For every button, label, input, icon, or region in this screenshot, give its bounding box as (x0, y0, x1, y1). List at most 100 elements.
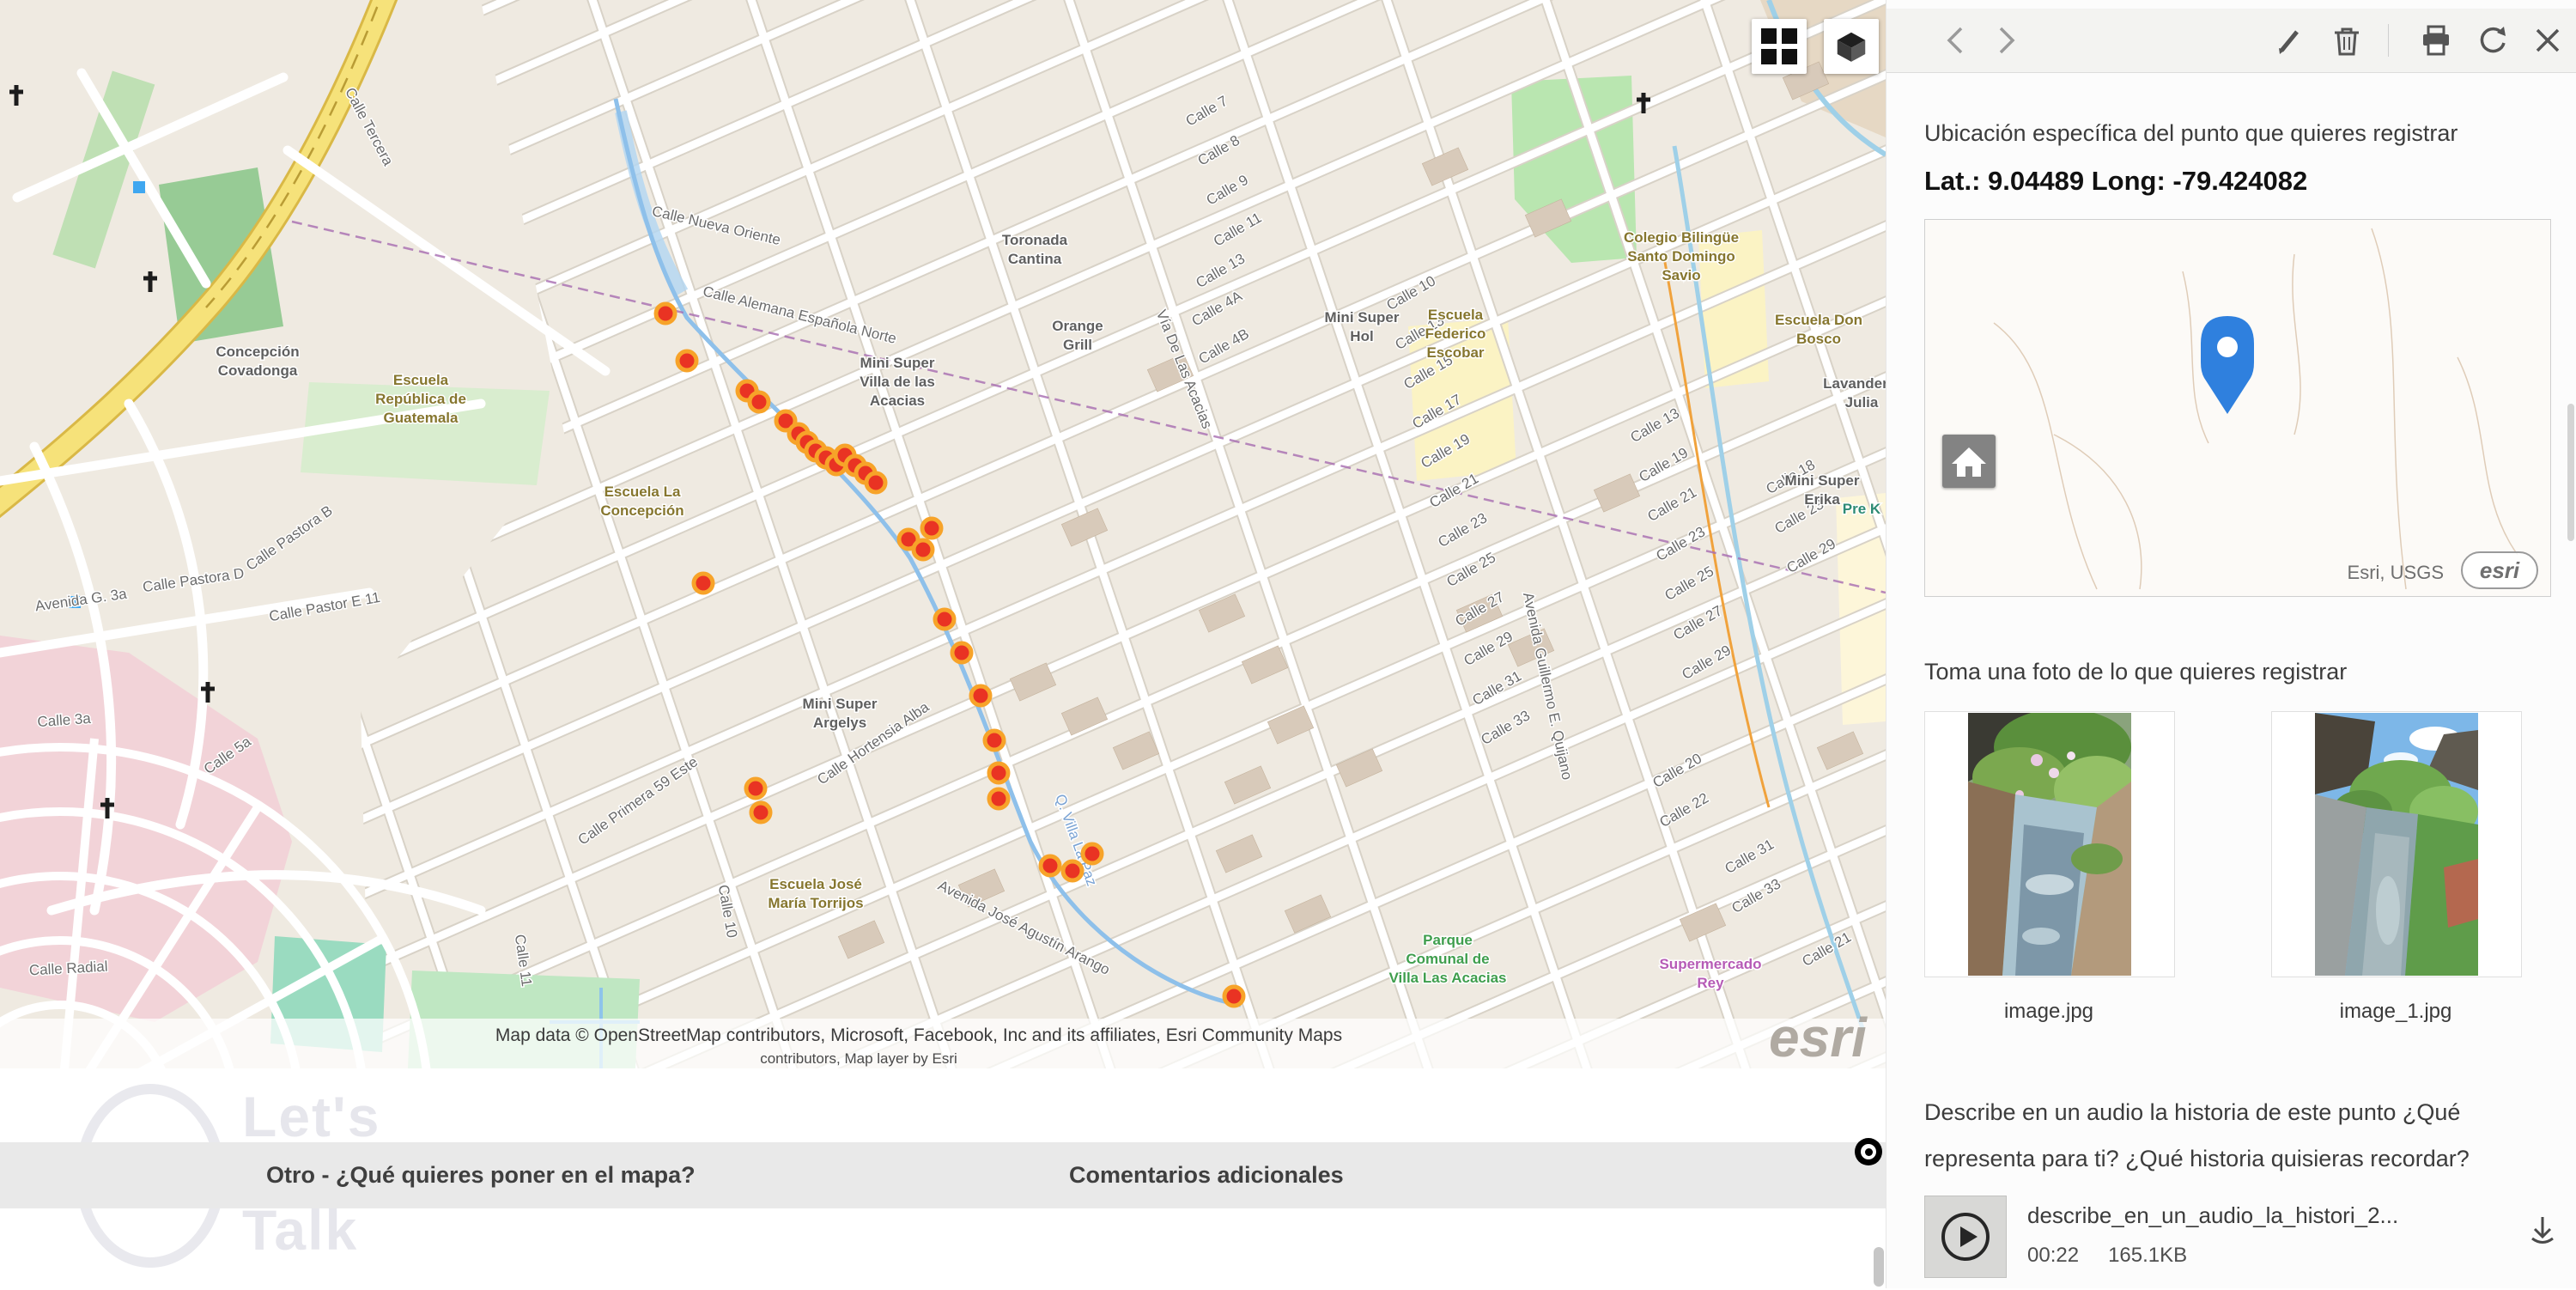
map-attribution: Map data © OpenStreetMap contributors, M… (0, 1019, 1886, 1068)
attribution-line1: Map data © OpenStreetMap contributors, M… (495, 1025, 1342, 1045)
svg-text:Mini Super: Mini Super (1785, 472, 1860, 489)
print-button[interactable] (2417, 21, 2455, 59)
svg-text:Pre K: Pre K (1843, 501, 1881, 517)
coordinates-value: Lat.: 9.04489 Long: -79.424082 (1924, 166, 2308, 196)
minimap[interactable]: Esri, USGS esri (1924, 219, 2551, 597)
prev-record-button[interactable] (1936, 21, 1974, 59)
audio-section-title: Describe en un audio la historia de este… (1924, 1099, 2470, 1171)
svg-text:Argelys: Argelys (813, 715, 866, 731)
trash-icon (2335, 27, 2359, 56)
audio-play-button[interactable] (1924, 1196, 2007, 1278)
svg-text:Orange: Orange (1052, 318, 1103, 334)
minimap-attribution: Esri, USGS (2347, 562, 2444, 583)
next-record-button[interactable] (1988, 21, 2026, 59)
svg-text:Comunal de: Comunal de (1406, 951, 1489, 967)
footer-scrollbar-thumb[interactable] (1874, 1247, 1884, 1287)
attribution-line2: contributors, Map layer by Esri (760, 1050, 957, 1067)
svg-text:Mini Super: Mini Super (803, 696, 878, 712)
minimap-canvas (1925, 220, 2550, 596)
download-icon (2531, 1217, 2554, 1244)
play-icon (1941, 1213, 1990, 1261)
form-header-band: Otro - ¿Qué quieres poner en el mapa? Co… (0, 1142, 1886, 1208)
location-section-title: Ubicación específica del punto que quier… (1924, 120, 2458, 146)
svg-text:Santo Domingo: Santo Domingo (1627, 248, 1735, 265)
record-indicator-ring (1861, 1144, 1876, 1159)
printer-icon (2423, 25, 2449, 56)
svg-text:Escuela Don: Escuela Don (1775, 312, 1862, 328)
svg-text:Concepción: Concepción (216, 344, 299, 360)
svg-text:Rey: Rey (1697, 975, 1724, 991)
svg-text:Covadonga: Covadonga (218, 362, 298, 379)
form-footer: Let's Talk Otro - ¿Qué quieres poner en … (0, 1068, 1886, 1288)
photo-1-image (1968, 713, 2131, 976)
detail-panel: Ubicación específica del punto que quier… (1886, 0, 2576, 1288)
svg-text:Erika: Erika (1804, 491, 1840, 508)
svg-text:Villa Las Acacias: Villa Las Acacias (1388, 970, 1506, 986)
svg-text:Escobar: Escobar (1426, 344, 1484, 361)
svg-text:Escuela José: Escuela José (769, 876, 862, 892)
svg-text:Lavandería: Lavandería (1823, 375, 1886, 392)
chevron-left-icon (1947, 27, 1963, 54)
svg-text:Acacias: Acacias (870, 392, 925, 409)
basemap-gallery-button[interactable] (1752, 19, 1807, 74)
svg-text:Supermercado: Supermercado (1659, 956, 1761, 972)
edit-button[interactable] (2269, 21, 2307, 59)
photo-thumbnail-1[interactable] (1924, 711, 2175, 977)
photo-2-image (2315, 713, 2478, 976)
svg-text:Grill: Grill (1063, 337, 1092, 353)
close-icon (2536, 28, 2560, 52)
home-extent-button[interactable] (1942, 435, 1996, 488)
svg-text:Parque: Parque (1423, 932, 1473, 948)
cube-icon (1837, 32, 1866, 62)
photo-thumbnail-2[interactable] (2271, 711, 2522, 977)
grid-icon (1761, 28, 1797, 64)
chevron-right-icon (1999, 27, 2015, 54)
svg-text:María Torrijos: María Torrijos (768, 895, 863, 911)
svg-text:Federico: Federico (1425, 326, 1486, 342)
record-indicator[interactable] (1855, 1138, 1882, 1165)
panel-content: Ubicación específica del punto que quier… (1924, 72, 2554, 1290)
svg-text:Toronada: Toronada (1002, 232, 1068, 248)
home-icon (1952, 447, 1986, 477)
audio-filename: describe_en_un_audio_la_histori_2... (2027, 1202, 2399, 1228)
panel-scrollbar-thumb[interactable] (2567, 404, 2574, 541)
svg-text:Escuela La: Escuela La (605, 484, 681, 500)
delete-button[interactable] (2328, 21, 2366, 59)
audio-player: describe_en_un_audio_la_histori_2... 00:… (1924, 1196, 2554, 1290)
map-canvas[interactable]: Calle Nueva Oriente Calle Alemana Español… (0, 0, 1886, 1068)
pencil-icon (2279, 30, 2299, 54)
svg-text:Mini Super: Mini Super (860, 355, 935, 371)
close-button[interactable] (2529, 21, 2567, 59)
audio-duration: 00:22 (2027, 1244, 2080, 1267)
audio-size: 165.1KB (2108, 1244, 2188, 1267)
esri-badge: esri (2461, 551, 2538, 589)
refresh-button[interactable] (2474, 21, 2512, 59)
photo-2-caption: image_1.jpg (2339, 1000, 2452, 1023)
refresh-icon (2480, 27, 2506, 53)
svg-text:Escuela: Escuela (1428, 307, 1484, 323)
layers-button[interactable] (1824, 19, 1879, 74)
esri-watermark: esri (1769, 1007, 1868, 1068)
panel-toolbar (1886, 9, 2576, 73)
photo-section-title: Toma una foto de lo que quieres registra… (1924, 659, 2348, 685)
photo-1-caption: image.jpg (2003, 1000, 2094, 1023)
svg-text:Hol: Hol (1350, 328, 1373, 344)
svg-text:Villa de las: Villa de las (860, 374, 935, 390)
svg-text:Julia: Julia (1845, 394, 1879, 411)
svg-text:Guatemala: Guatemala (384, 410, 459, 426)
audio-download-button[interactable] (2518, 1211, 2556, 1249)
caption-row: image.jpg image_1.jpg (1924, 1000, 2551, 1034)
svg-text:Savio: Savio (1662, 267, 1700, 283)
svg-text:Colegio Bilingüe: Colegio Bilingüe (1624, 229, 1739, 246)
svg-text:República de: República de (375, 391, 466, 407)
svg-text:Concepción: Concepción (600, 502, 683, 519)
svg-text:Cantina: Cantina (1008, 251, 1062, 267)
form-column-otro: Otro - ¿Qué quieres poner en el mapa? (266, 1162, 696, 1188)
audio-meta: 00:22 165.1KB (2027, 1244, 2216, 1268)
svg-text:Bosco: Bosco (1796, 331, 1841, 347)
basemap: Calle Nueva OrienteCalle Alemana Español… (0, 0, 1886, 1068)
svg-text:Escuela: Escuela (393, 372, 449, 388)
watermark-text: Let's (242, 1085, 381, 1148)
svg-text:Mini Super: Mini Super (1325, 309, 1400, 326)
toolbar-divider (2388, 24, 2389, 57)
